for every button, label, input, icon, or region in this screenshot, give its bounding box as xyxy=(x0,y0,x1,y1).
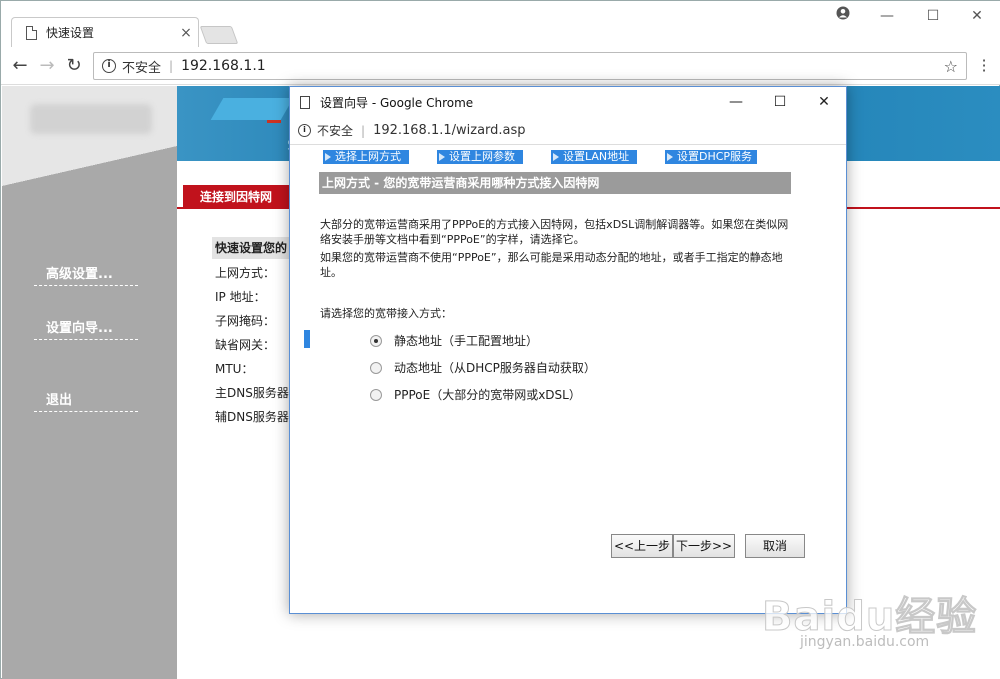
banner-stripe xyxy=(210,98,294,120)
tab-close-icon[interactable]: × xyxy=(174,25,198,41)
document-icon xyxy=(26,25,37,40)
sidebar-item-advanced[interactable]: 高级设置... xyxy=(34,263,138,286)
info-row-ip: IP 地址： xyxy=(215,290,266,304)
radio-pppoe[interactable] xyxy=(370,388,382,401)
sidebar-item-logout[interactable]: 退出 xyxy=(34,389,138,412)
watermark-site: jingyan.baidu.com xyxy=(800,634,930,650)
tab-connect-internet[interactable]: 连接到因特网 xyxy=(183,185,289,209)
document-icon xyxy=(300,95,310,109)
section-title: 上网方式 - 您的宽带运营商采用哪种方式接入因特网 xyxy=(319,172,791,194)
option-dhcp-label: 动态地址（从DHCP服务器自动获取） xyxy=(394,361,596,375)
address-divider: | xyxy=(169,59,174,73)
step-set-dhcp[interactable]: 设置DHCP服务 xyxy=(665,150,757,164)
security-label: 不安全 xyxy=(317,124,354,138)
wizard-popup-window: 设置向导 - Google Chrome — ☐ ✕ i 不安全 | 192.1… xyxy=(289,86,847,614)
info-row-mtu: MTU： xyxy=(215,362,254,376)
menu-icon[interactable]: · · · xyxy=(981,53,987,79)
popup-title: 设置向导 - Google Chrome xyxy=(320,95,474,110)
banner-mark xyxy=(267,120,281,123)
address-divider: | xyxy=(361,123,366,138)
option-static[interactable]: 静态地址（手工配置地址） xyxy=(370,332,538,349)
info-row-wan-type: 上网方式： xyxy=(215,266,276,280)
maximize-icon[interactable]: ☐ xyxy=(913,5,953,27)
tab-quick-setup[interactable]: 快速设置 × xyxy=(11,17,199,47)
description-other: 如果您的宽带运营商不使用“PPPoE”，那么可能是采用动态分配的地址，或者手工指… xyxy=(320,251,783,279)
new-tab-button[interactable] xyxy=(199,26,239,44)
info-icon[interactable]: i xyxy=(102,59,116,73)
option-pppoe[interactable]: PPPoE（大部分的宽带网或xDSL） xyxy=(370,386,581,403)
sidebar-divider xyxy=(2,146,177,186)
info-header: 快速设置您的 xyxy=(212,237,292,259)
bookmark-star-icon[interactable]: ☆ xyxy=(944,57,966,76)
step-set-params[interactable]: 设置上网参数 xyxy=(437,150,523,164)
minimize-icon[interactable]: — xyxy=(867,5,907,27)
forward-icon[interactable]: → xyxy=(34,53,60,79)
popup-close-icon[interactable]: ✕ xyxy=(802,94,846,110)
popup-address-bar: i 不安全 | 192.168.1.1/wizard.asp xyxy=(290,117,846,145)
sidebar-item-wizard[interactable]: 设置向导... xyxy=(34,317,138,340)
option-pppoe-label: PPPoE（大部分的宽带网或xDSL） xyxy=(394,388,581,402)
cancel-button[interactable]: 取消 xyxy=(745,534,805,558)
popup-url: 192.168.1.1/wizard.asp xyxy=(373,123,526,138)
tab-strip: 快速设置 × — ☐ ✕ xyxy=(1,1,1000,47)
info-row-mask: 子网掩码： xyxy=(215,314,276,328)
tab-title: 快速设置 xyxy=(46,26,95,40)
description-pppoe: 大部分的宽带运营商采用了PPPoE的方式接入因特网，包括xDSL调制解调器等。如… xyxy=(320,218,789,246)
step-choose-type[interactable]: 选择上网方式 xyxy=(323,150,409,164)
option-static-label: 静态地址（手工配置地址） xyxy=(394,334,539,348)
radio-static[interactable] xyxy=(370,334,382,347)
info-icon[interactable]: i xyxy=(298,124,311,137)
address-bar[interactable]: i 不安全 | 192.168.1.1 ☆ xyxy=(93,52,967,80)
popup-maximize-icon[interactable]: ☐ xyxy=(758,94,802,110)
step-set-lan[interactable]: 设置LAN地址 xyxy=(551,150,637,164)
prev-button[interactable]: <<上一步 xyxy=(611,534,673,558)
profile-icon[interactable] xyxy=(823,5,863,27)
radio-dhcp[interactable] xyxy=(370,361,382,374)
choose-label: 请选择您的宽带接入方式： xyxy=(320,307,452,320)
popup-titlebar: 设置向导 - Google Chrome — ☐ ✕ xyxy=(290,87,846,117)
blurred-logo xyxy=(30,104,152,134)
watermark: Baidu经验 jingyan.baidu.com xyxy=(761,570,992,660)
option-dhcp[interactable]: 动态地址（从DHCP服务器自动获取） xyxy=(370,359,596,376)
side-marker xyxy=(304,330,310,348)
next-button[interactable]: 下一步>> xyxy=(673,534,735,558)
info-row-dns1: 主DNS服务器 xyxy=(215,386,289,400)
sidebar: 高级设置... 设置向导... 退出 xyxy=(2,86,177,679)
close-window-icon[interactable]: ✕ xyxy=(957,5,997,27)
popup-minimize-icon[interactable]: — xyxy=(714,94,758,110)
browser-toolbar: ← → ↻ i 不安全 | 192.168.1.1 ☆ · · · xyxy=(1,47,1000,85)
info-row-dns2: 辅DNS服务器 xyxy=(215,410,289,424)
back-icon[interactable]: ← xyxy=(7,53,33,79)
reload-icon[interactable]: ↻ xyxy=(61,53,87,79)
security-label: 不安全 xyxy=(122,60,162,76)
url-text[interactable]: 192.168.1.1 xyxy=(181,58,944,74)
info-row-gateway: 缺省网关： xyxy=(215,338,276,352)
